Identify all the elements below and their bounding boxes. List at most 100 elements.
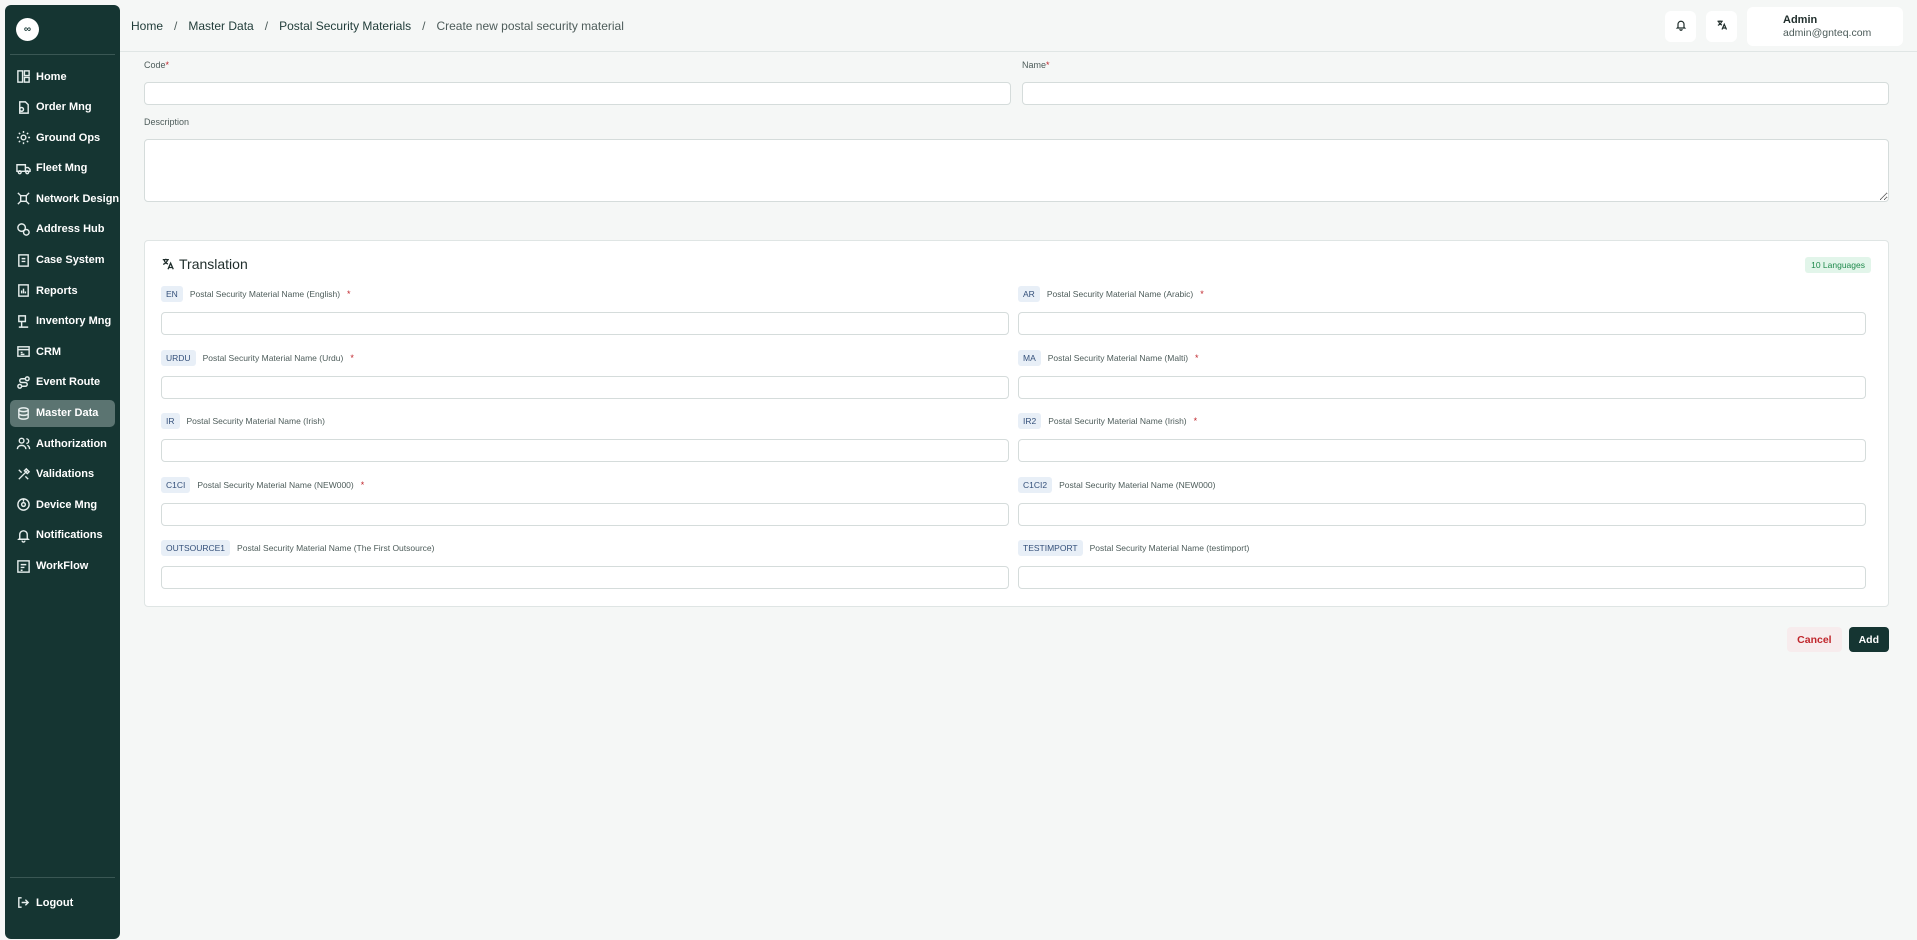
translation-field-c1ci2: C1CI2 Postal Security Material Name (NEW0… — [1018, 476, 1866, 526]
sidebar-item-crm[interactable]: CRM — [10, 338, 115, 365]
translation-input-ar[interactable] — [1018, 312, 1866, 335]
translation-label-row: TESTIMPORT Postal Security Material Name … — [1018, 540, 1866, 556]
translation-label-row: IR Postal Security Material Name (Irish) — [161, 413, 1009, 429]
sidebar-item-label: Authorization — [36, 437, 107, 450]
translation-input-en[interactable] — [161, 312, 1009, 335]
address-icon — [16, 222, 31, 237]
name-field-group: Name* — [1022, 60, 1889, 105]
translation-input-c1ci2[interactable] — [1018, 502, 1866, 526]
translation-input-testimport[interactable] — [1018, 566, 1866, 589]
breadcrumb-master-data[interactable]: Master Data — [188, 19, 253, 33]
translation-label-row: EN Postal Security Material Name (English… — [161, 286, 1009, 302]
sidebar-item-validations[interactable]: Validations — [10, 461, 115, 488]
sidebar-item-notifications[interactable]: Notifications — [10, 522, 115, 549]
sidebar-item-inventory-mng[interactable]: Inventory Mng — [10, 308, 115, 335]
header-actions: Admin admin@gnteq.com — [1665, 7, 1903, 46]
translation-input-ir2[interactable] — [1018, 439, 1866, 462]
language-code-tag: MA — [1018, 349, 1041, 366]
sidebar-item-authorization[interactable]: Authorization — [10, 430, 115, 457]
sidebar-item-address-hub[interactable]: Address Hub — [10, 216, 115, 243]
sidebar-item-label: Event Route — [36, 376, 101, 389]
sidebar-item-order-mng[interactable]: Order Mng — [10, 94, 115, 121]
code-label: Code* — [144, 60, 1011, 72]
main-content: Code* Name* Description Translation 10 L… — [144, 60, 1889, 652]
translation-title: Translation — [179, 256, 248, 272]
code-input[interactable] — [144, 82, 1011, 105]
layout-icon — [16, 69, 31, 84]
sidebar-item-label: Home — [36, 70, 67, 83]
sidebar-item-label: Case System — [36, 254, 105, 267]
breadcrumb-separator: / — [264, 18, 269, 33]
translate-icon — [1716, 18, 1728, 36]
app-logo[interactable]: ∞ — [16, 18, 39, 41]
language-code-tag: TESTIMPORT — [1018, 540, 1083, 556]
sidebar-item-workflow[interactable]: WorkFlow — [10, 553, 115, 580]
code-label-text: Code — [144, 60, 166, 70]
translation-card: Translation 10 Languages EN Postal Securi… — [144, 240, 1889, 607]
sidebar-item-label: Notifications — [36, 529, 103, 542]
language-code-tag: C1CI — [161, 476, 191, 493]
sidebar-item-case-system[interactable]: Case System — [10, 247, 115, 274]
sidebar-item-label: WorkFlow — [36, 560, 89, 572]
translation-label-row: AR Postal Security Material Name (Arabic)… — [1018, 286, 1866, 302]
language-code-tag: EN — [161, 286, 183, 302]
order-icon — [16, 100, 31, 115]
translation-label-row: C1CI Postal Security Material Name (NEW00… — [161, 476, 1009, 493]
reports-icon — [16, 283, 31, 298]
user-menu[interactable]: Admin admin@gnteq.com — [1747, 7, 1903, 46]
breadcrumb-home[interactable]: Home — [131, 19, 163, 33]
required-mark: * — [165, 60, 170, 70]
translate-icon — [161, 257, 179, 271]
description-textarea[interactable] — [144, 139, 1889, 202]
logout-button[interactable]: Logout — [10, 877, 115, 927]
sidebar: ∞ Home Order Mng Ground Ops Fleet Mng Networ… — [5, 5, 120, 939]
translation-label: Postal Security Material Name (Irish) — [1048, 416, 1187, 426]
translation-label-row: OUTSOURCE1 Postal Security Material Name … — [161, 540, 1009, 556]
code-field-group: Code* — [144, 60, 1011, 105]
route-icon — [16, 375, 31, 390]
translation-label: Postal Security Material Name (testimpor… — [1089, 543, 1250, 553]
translation-label: Postal Security Material Name (NEW000) — [197, 479, 354, 490]
translation-field-testimport: TESTIMPORT Postal Security Material Name … — [1018, 540, 1866, 589]
translation-input-ma[interactable] — [1018, 375, 1866, 399]
top-header: Home / Master Data / Postal Security Mat… — [120, 0, 1917, 52]
sidebar-item-network-design[interactable]: Network Design — [10, 185, 119, 212]
sidebar-item-label: Order Mng — [36, 101, 92, 114]
sidebar-item-event-route[interactable]: Event Route — [10, 369, 115, 396]
sidebar-item-device-mng[interactable]: Device Mng — [10, 491, 115, 518]
truck-icon — [16, 161, 31, 176]
sidebar-item-ground-ops[interactable]: Ground Ops — [10, 124, 115, 151]
translation-input-urdu[interactable] — [161, 375, 1009, 399]
add-button[interactable]: Add — [1848, 627, 1889, 652]
language-code-tag: C1CI2 — [1018, 476, 1053, 493]
translation-label-row: IR2 Postal Security Material Name (Irish)… — [1018, 413, 1866, 429]
sidebar-item-label: Reports — [36, 284, 78, 297]
notifications-button[interactable] — [1665, 11, 1696, 42]
required-mark: * — [347, 289, 351, 299]
cancel-button[interactable]: Cancel — [1787, 627, 1842, 652]
inventory-icon — [16, 314, 31, 329]
user-email: admin@gnteq.com — [1783, 27, 1872, 39]
bell-icon — [16, 528, 31, 543]
sidebar-item-home[interactable]: Home — [10, 63, 115, 90]
sidebar-item-master-data[interactable]: Master Data — [10, 399, 115, 427]
sidebar-item-reports[interactable]: Reports — [10, 277, 115, 304]
breadcrumb-postal-security-materials[interactable]: Postal Security Materials — [279, 19, 411, 33]
form-actions: Cancel Add — [1787, 627, 1889, 652]
required-mark: * — [1200, 289, 1204, 299]
translation-input-ir[interactable] — [161, 439, 1009, 462]
sidebar-item-label: CRM — [36, 345, 62, 358]
sidebar-nav: Home Order Mng Ground Ops Fleet Mng Network … — [5, 55, 120, 877]
translation-label: Postal Security Material Name (English) — [189, 289, 341, 299]
sidebar-item-label: Validations — [36, 468, 95, 481]
translation-label-row: MA Postal Security Material Name (Malti) * — [1018, 349, 1866, 366]
sidebar-item-label: Device Mng — [36, 498, 98, 511]
translation-input-outsource1[interactable] — [161, 566, 1009, 589]
sidebar-item-label: Network Design — [36, 192, 120, 205]
translation-field-ir2: IR2 Postal Security Material Name (Irish)… — [1018, 413, 1866, 462]
language-button[interactable] — [1706, 11, 1737, 42]
translation-input-c1ci[interactable] — [161, 502, 1009, 526]
name-input[interactable] — [1022, 82, 1889, 105]
sidebar-item-fleet-mng[interactable]: Fleet Mng — [10, 155, 115, 182]
sidebar-item-label: Fleet Mng — [36, 162, 88, 175]
